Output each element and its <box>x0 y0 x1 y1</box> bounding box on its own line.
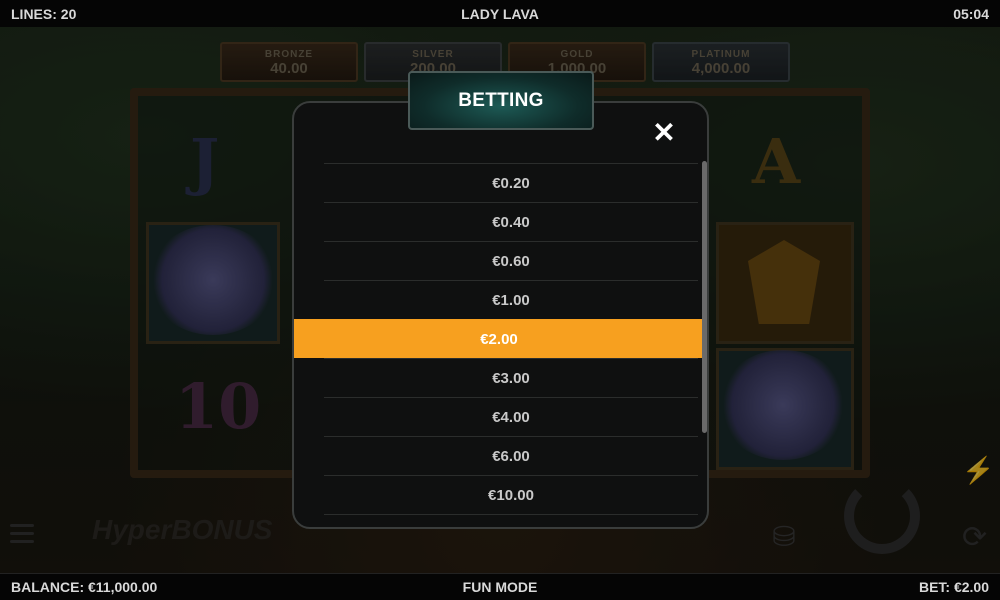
game-title: LADY LAVA <box>461 5 539 22</box>
betting-modal: €0.20 €0.40 €0.60 €1.00 €2.00 €3.00 €4.0… <box>292 101 709 529</box>
scrollbar[interactable] <box>702 161 707 433</box>
lines-label: LINES: 20 <box>11 5 77 22</box>
bet-option[interactable]: €0.60 <box>324 241 698 280</box>
balance-label: BALANCE: €11,000.00 <box>11 579 158 595</box>
bet-option[interactable]: €3.00 <box>324 358 698 397</box>
bet-option[interactable]: €6.00 <box>324 436 698 475</box>
bet-option[interactable]: €15.00 <box>324 514 698 527</box>
bet-option[interactable]: €10.00 <box>324 475 698 514</box>
bet-option[interactable]: €0.20 <box>324 163 698 202</box>
clock: 05:04 <box>953 5 989 22</box>
betting-title: BETTING <box>408 71 594 130</box>
bet-options-list[interactable]: €0.20 €0.40 €0.60 €1.00 €2.00 €3.00 €4.0… <box>294 163 704 527</box>
close-icon[interactable]: ✕ <box>650 119 678 147</box>
bet-option[interactable]: €4.00 <box>324 397 698 436</box>
bet-option[interactable]: €0.40 <box>324 202 698 241</box>
bet-option-selected[interactable]: €2.00 <box>294 319 704 358</box>
top-bar: LINES: 20 LADY LAVA 05:04 <box>0 0 1000 27</box>
bet-option[interactable]: €1.00 <box>324 280 698 319</box>
bet-label: BET: €2.00 <box>918 579 989 595</box>
bottom-bar: BALANCE: €11,000.00 FUN MODE BET: €2.00 <box>0 573 1000 600</box>
